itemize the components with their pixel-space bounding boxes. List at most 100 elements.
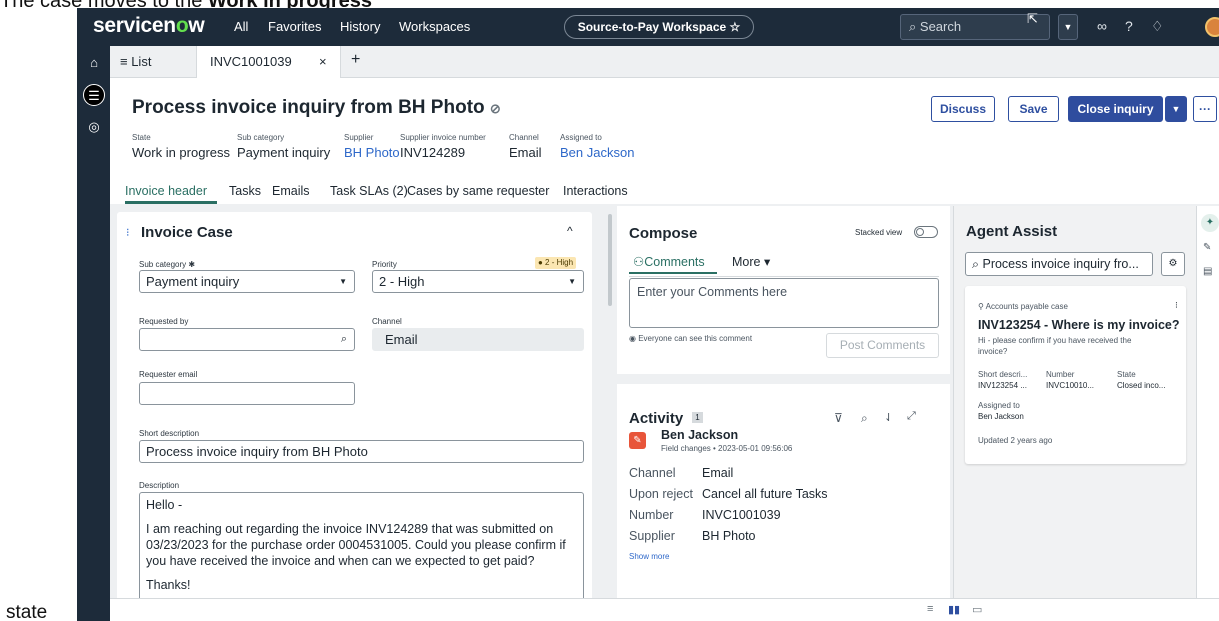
- list-view-icon[interactable]: ≡: [927, 603, 933, 615]
- nav-workspaces[interactable]: Workspaces: [399, 19, 470, 34]
- card-col-value: INVC10010...: [1046, 381, 1095, 390]
- single-view-icon[interactable]: ▭: [972, 603, 982, 616]
- close-inquiry-dropdown[interactable]: ▼: [1165, 96, 1187, 122]
- search-icon[interactable]: ⌕: [861, 411, 868, 426]
- tab-close-icon[interactable]: ×: [319, 54, 327, 69]
- tab-more[interactable]: More ▾: [732, 254, 770, 269]
- channel-label: Channel: [372, 317, 402, 326]
- servicenow-logo[interactable]: servicenow: [93, 14, 205, 38]
- card-desc-2: invoice?: [978, 347, 1008, 356]
- discuss-button[interactable]: Discuss: [931, 96, 995, 122]
- tab-record-label[interactable]: INVC1001039: [210, 54, 292, 69]
- priority-badge: ● 2 - High: [535, 257, 577, 269]
- tab-bar: ≡ List INVC1001039 × +: [110, 46, 1219, 78]
- agent-assist-panel: Agent Assist ⌕ Process invoice inquiry f…: [953, 206, 1196, 598]
- card-menu-icon[interactable]: ⁝: [1175, 300, 1178, 311]
- section-gap: [617, 374, 950, 384]
- card-assigned-label: Assigned to: [978, 401, 1020, 410]
- meta-value-assigned[interactable]: Ben Jackson: [560, 145, 634, 160]
- show-more-link[interactable]: Show more: [629, 552, 669, 561]
- subtab-interactions[interactable]: Interactions: [563, 184, 628, 198]
- card-title[interactable]: INV123254 - Where is my invoice?: [978, 318, 1179, 332]
- nav-all[interactable]: All: [234, 19, 248, 34]
- cursor-icon: ⇱: [1027, 11, 1038, 26]
- meta-label-assigned: Assigned to: [560, 133, 602, 142]
- stacked-view-label: Stacked view: [855, 228, 903, 237]
- activity-field-label: Channel: [629, 466, 676, 480]
- short-description-field[interactable]: Process invoice inquiry from BH Photo: [139, 440, 584, 463]
- drag-handle-icon[interactable]: ⁝: [126, 226, 130, 239]
- subtab-task-slas[interactable]: Task SLAs (2): [330, 184, 408, 198]
- split-view-icon[interactable]: ▮▮: [948, 603, 960, 616]
- workspace-pill[interactable]: Source-to-Pay Workspace ☆: [564, 15, 754, 39]
- chevron-down-icon: ▼: [339, 277, 347, 286]
- collapse-chevron-icon[interactable]: ^: [567, 224, 573, 238]
- link-icon: ⚲: [978, 302, 986, 311]
- tag-icon: ⊘: [489, 101, 501, 116]
- search-scope-dropdown[interactable]: ▼: [1058, 14, 1078, 40]
- description-label: Description: [139, 481, 180, 490]
- tab-comments[interactable]: ⚇Comments: [629, 254, 717, 274]
- requested-by-field[interactable]: ⌕: [139, 328, 355, 351]
- description-textarea[interactable]: Hello - I am reaching out regarding the …: [139, 492, 584, 607]
- meta-label-channel: Channel: [509, 133, 539, 142]
- comment-textarea[interactable]: Enter your Comments here: [629, 278, 939, 328]
- meta-label-invoice-number: Supplier invoice number: [400, 133, 486, 142]
- caption-bottom: state: [6, 602, 48, 621]
- close-inquiry-button[interactable]: Close inquiry: [1068, 96, 1163, 122]
- nav-favorites[interactable]: Favorites: [268, 19, 321, 34]
- priority-label: Priority: [372, 260, 397, 269]
- card-col-label: State: [1117, 370, 1136, 379]
- stacked-view-toggle[interactable]: [914, 226, 938, 238]
- card-tag: ⚲ Accounts payable case: [978, 302, 1068, 311]
- dashboard-icon[interactable]: ◎: [83, 116, 105, 138]
- expand-icon[interactable]: ⤢: [907, 410, 916, 423]
- list-icon[interactable]: ☰: [83, 84, 105, 106]
- sort-icon[interactable]: ⇃: [884, 411, 893, 424]
- document-icon[interactable]: ▤: [1203, 266, 1212, 277]
- subtab-emails[interactable]: Emails: [272, 184, 310, 198]
- card-col-label: Short descri...: [978, 370, 1028, 379]
- top-nav: servicenow All Favorites History Workspa…: [77, 8, 1219, 46]
- user-avatar[interactable]: [1205, 17, 1219, 37]
- pencil-icon: ✎: [629, 432, 646, 449]
- card-col-value: Closed inco...: [1117, 381, 1166, 390]
- requester-email-field[interactable]: [139, 382, 355, 405]
- subtab-cases-same-requester[interactable]: Cases by same requester: [407, 184, 549, 198]
- agent-assist-search[interactable]: ⌕ Process invoice inquiry fro...: [965, 252, 1153, 276]
- meta-value-channel: Email: [509, 145, 542, 160]
- agent-assist-result-card[interactable]: ⚲ Accounts payable case ⁝ INV123254 - Wh…: [965, 286, 1186, 464]
- compose-divider: [629, 276, 939, 277]
- save-button[interactable]: Save: [1008, 96, 1059, 122]
- subtab-tasks[interactable]: Tasks: [229, 184, 261, 198]
- meta-value-invoice-number: INV124289: [400, 145, 466, 160]
- subtab-invoice-header[interactable]: Invoice header: [125, 184, 207, 198]
- sub-category-select[interactable]: Payment inquiry ▼: [139, 270, 355, 293]
- post-comments-button[interactable]: Post Comments: [826, 333, 939, 358]
- tab-list[interactable]: ≡ List: [120, 54, 151, 69]
- sub-category-label: Sub category ✱: [139, 260, 196, 269]
- card-desc-1: Hi - please confirm if you have received…: [978, 336, 1132, 345]
- card-col-label: Number: [1046, 370, 1075, 379]
- meta-label-state: State: [132, 133, 151, 142]
- help-icon[interactable]: ?: [1125, 18, 1133, 34]
- home-icon[interactable]: ⌂: [83, 52, 105, 74]
- nav-history[interactable]: History: [340, 19, 380, 34]
- chat-icon[interactable]: ∞: [1097, 18, 1107, 34]
- activity-field-value: INVC1001039: [702, 508, 781, 522]
- record-title: Process invoice inquiry from BH Photo ⊘: [132, 97, 501, 118]
- pen-icon[interactable]: ✎: [1203, 242, 1211, 253]
- compose-heading: Compose: [629, 225, 698, 242]
- more-actions-button[interactable]: ···: [1193, 96, 1217, 122]
- settings-filter-icon[interactable]: ⚙: [1161, 252, 1185, 276]
- priority-select[interactable]: 2 - High ▼: [372, 270, 584, 293]
- agent-assist-icon[interactable]: ✦: [1201, 214, 1219, 232]
- bell-icon[interactable]: ♢: [1151, 18, 1164, 35]
- meta-value-supplier[interactable]: BH Photo: [344, 145, 400, 160]
- activity-subline: Field changes • 2023-05-01 09:56:06: [661, 444, 793, 453]
- pane-splitter[interactable]: [608, 214, 612, 306]
- filter-icon[interactable]: ⊽: [834, 411, 843, 425]
- right-rail: ✦ ✎ ▤: [1196, 206, 1219, 598]
- tab-add-icon[interactable]: +: [351, 51, 360, 69]
- meta-value-state: Work in progress: [132, 145, 231, 160]
